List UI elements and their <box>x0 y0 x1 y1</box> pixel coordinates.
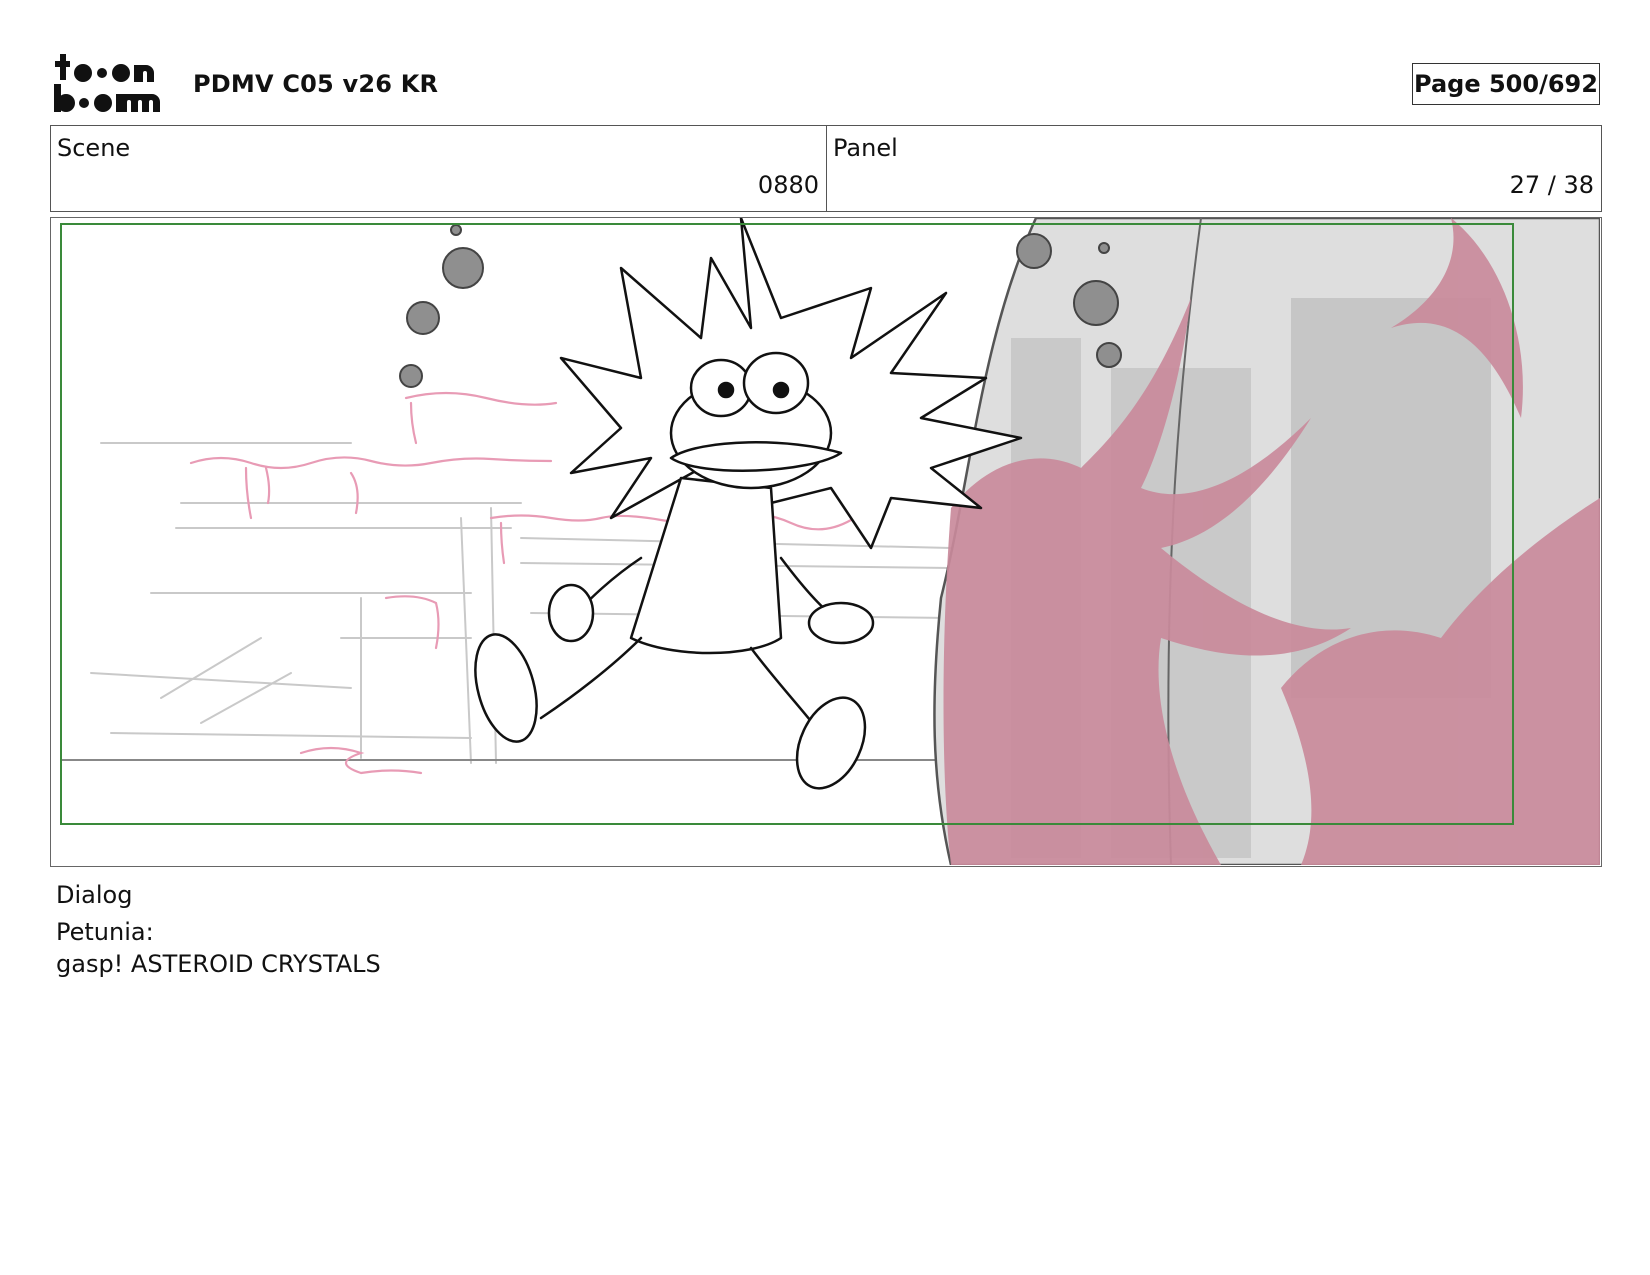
page-counter: Page 500/692 <box>1412 63 1600 105</box>
panel-cell: Panel 27 / 38 <box>827 126 1601 211</box>
panel-number: 27 / 38 <box>1509 171 1594 199</box>
storyboard-drawing <box>60 218 1600 865</box>
toonboom-logo <box>52 52 164 114</box>
scene-cell: Scene 0880 <box>51 126 827 211</box>
page-counter-label: Page 500/692 <box>1414 70 1598 98</box>
document-title: PDMV C05 v26 KR <box>193 70 439 98</box>
scene-number: 0880 <box>757 171 819 199</box>
dialog-label: Dialog <box>56 881 133 909</box>
scene-panel-info: Scene 0880 Panel 27 / 38 <box>50 125 1602 212</box>
scene-label: Scene <box>57 134 131 162</box>
panel-label: Panel <box>833 134 898 162</box>
dialog-line: gasp! ASTEROID CRYSTALS <box>56 950 381 978</box>
dialog-speaker: Petunia: <box>56 918 154 946</box>
storyboard-panel <box>50 217 1602 867</box>
